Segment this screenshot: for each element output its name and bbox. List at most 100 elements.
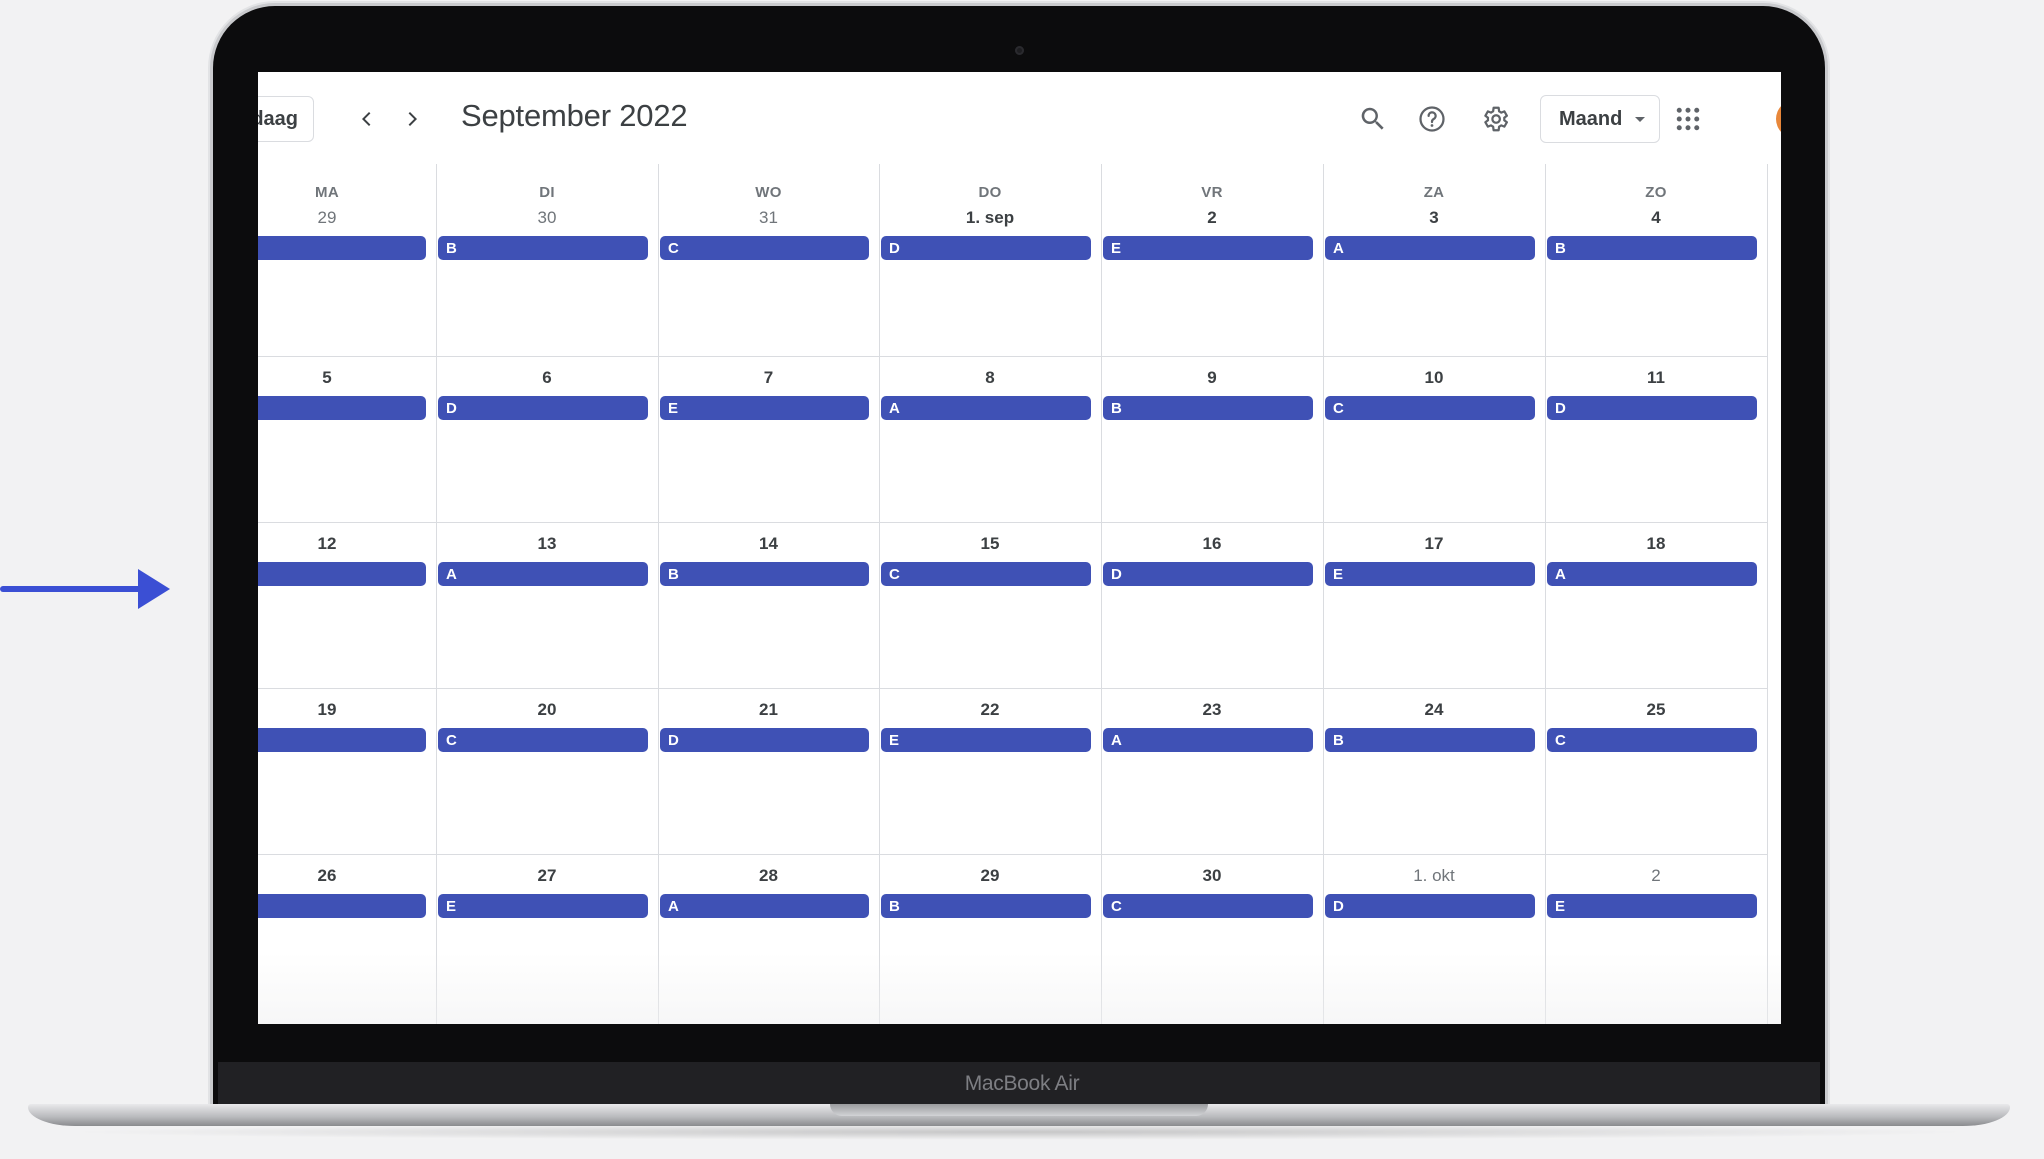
day-number[interactable]: 19: [258, 700, 436, 720]
day-number[interactable]: 28: [658, 866, 879, 886]
day-cell-wed[interactable]: 14 B: [658, 522, 879, 688]
event-chip[interactable]: B: [438, 236, 648, 260]
event-chip[interactable]: E: [660, 396, 869, 420]
day-number[interactable]: 9: [1101, 368, 1323, 388]
day-cell-fri[interactable]: 16 D: [1101, 522, 1323, 688]
view-select[interactable]: Maand: [1540, 95, 1660, 143]
day-cell-sat[interactable]: ZA 3 A: [1323, 164, 1545, 356]
day-cell-sun[interactable]: 18 A: [1545, 522, 1767, 688]
day-number[interactable]: 1. sep: [879, 208, 1101, 228]
day-cell-mon[interactable]: 19: [258, 688, 436, 854]
settings-button[interactable]: [1475, 99, 1515, 139]
event-chip[interactable]: B: [881, 894, 1091, 918]
event-chip[interactable]: D: [1325, 894, 1535, 918]
event-chip[interactable]: A: [660, 894, 869, 918]
day-number[interactable]: 2: [1101, 208, 1323, 228]
day-number[interactable]: 23: [1101, 700, 1323, 720]
day-number[interactable]: 22: [879, 700, 1101, 720]
day-number[interactable]: 14: [658, 534, 879, 554]
day-cell-tue[interactable]: 6D: [436, 356, 658, 522]
day-cell-sun[interactable]: ZO 4 B: [1545, 164, 1767, 356]
day-cell-thu[interactable]: 22 E: [879, 688, 1101, 854]
day-number[interactable]: 29: [879, 866, 1101, 886]
day-number[interactable]: 8: [879, 368, 1101, 388]
day-number[interactable]: 11: [1545, 368, 1767, 388]
day-number[interactable]: 16: [1101, 534, 1323, 554]
day-number[interactable]: 26: [258, 866, 436, 886]
apps-button[interactable]: [1668, 99, 1708, 139]
day-number[interactable]: 20: [436, 700, 658, 720]
avatar[interactable]: [1776, 100, 1781, 138]
previous-month-button[interactable]: [350, 102, 384, 136]
event-chip[interactable]: [258, 894, 426, 918]
day-cell-wed[interactable]: WO 31 C: [658, 164, 879, 356]
day-cell-sat[interactable]: 24 B: [1323, 688, 1545, 854]
day-cell-wed[interactable]: 21 D: [658, 688, 879, 854]
day-cell-thu[interactable]: 15 C: [879, 522, 1101, 688]
day-cell-fri[interactable]: VR 2 E: [1101, 164, 1323, 356]
day-number[interactable]: 15: [879, 534, 1101, 554]
event-chip[interactable]: C: [1103, 894, 1313, 918]
day-number[interactable]: 25: [1545, 700, 1767, 720]
day-number[interactable]: 3: [1323, 208, 1545, 228]
day-cell-tue[interactable]: 20 C: [436, 688, 658, 854]
event-chip[interactable]: E: [438, 894, 648, 918]
event-chip[interactable]: D: [660, 728, 869, 752]
day-cell-fri[interactable]: 23 A: [1101, 688, 1323, 854]
event-chip[interactable]: D: [881, 236, 1091, 260]
event-chip[interactable]: C: [438, 728, 648, 752]
day-cell-thu[interactable]: DO 1. sep D: [879, 164, 1101, 356]
event-chip[interactable]: C: [881, 562, 1091, 586]
day-cell-thu[interactable]: 8A: [879, 356, 1101, 522]
event-chip[interactable]: [258, 562, 426, 586]
event-chip[interactable]: [258, 236, 426, 260]
event-chip[interactable]: C: [1547, 728, 1757, 752]
day-cell-sat[interactable]: 10 C: [1323, 356, 1545, 522]
day-cell-mon[interactable]: 12: [258, 522, 436, 688]
day-number[interactable]: 27: [436, 866, 658, 886]
next-month-button[interactable]: [395, 102, 429, 136]
day-number[interactable]: 24: [1323, 700, 1545, 720]
day-number[interactable]: 10: [1323, 368, 1545, 388]
event-chip[interactable]: A: [1547, 562, 1757, 586]
event-chip[interactable]: C: [660, 236, 869, 260]
event-chip[interactable]: C: [1325, 396, 1535, 420]
search-button[interactable]: [1353, 99, 1393, 139]
help-button[interactable]: [1412, 99, 1452, 139]
event-chip[interactable]: D: [438, 396, 648, 420]
day-number[interactable]: 30: [1101, 866, 1323, 886]
event-chip[interactable]: B: [1325, 728, 1535, 752]
day-cell-mon[interactable]: MA 29: [258, 164, 436, 356]
day-number[interactable]: 21: [658, 700, 879, 720]
day-cell-mon[interactable]: 5: [258, 356, 436, 522]
event-chip[interactable]: [258, 396, 426, 420]
day-number[interactable]: 7: [658, 368, 879, 388]
day-number[interactable]: 5: [258, 368, 436, 388]
event-chip[interactable]: E: [1103, 236, 1313, 260]
event-chip[interactable]: [258, 728, 426, 752]
day-number[interactable]: 12: [258, 534, 436, 554]
day-cell-sat[interactable]: 17 E: [1323, 522, 1545, 688]
day-number[interactable]: 13: [436, 534, 658, 554]
day-cell-sun[interactable]: 25 C: [1545, 688, 1767, 854]
day-cell-sun[interactable]: 11 D: [1545, 356, 1767, 522]
day-cell-wed[interactable]: 7E: [658, 356, 879, 522]
today-button[interactable]: daag: [258, 96, 314, 142]
day-cell-tue[interactable]: DI 30 B: [436, 164, 658, 356]
event-chip[interactable]: E: [1325, 562, 1535, 586]
event-chip[interactable]: A: [881, 396, 1091, 420]
event-chip[interactable]: E: [881, 728, 1091, 752]
event-chip[interactable]: E: [1547, 894, 1757, 918]
day-number[interactable]: 29: [258, 208, 436, 228]
event-chip[interactable]: A: [1325, 236, 1535, 260]
day-number[interactable]: 17: [1323, 534, 1545, 554]
day-cell-tue[interactable]: 13 A: [436, 522, 658, 688]
event-chip[interactable]: B: [1103, 396, 1313, 420]
day-number[interactable]: 31: [658, 208, 879, 228]
event-chip[interactable]: A: [1103, 728, 1313, 752]
day-number[interactable]: 4: [1545, 208, 1767, 228]
event-chip[interactable]: B: [1547, 236, 1757, 260]
day-number[interactable]: 2: [1545, 866, 1767, 886]
day-cell-fri[interactable]: 9B: [1101, 356, 1323, 522]
day-number[interactable]: 18: [1545, 534, 1767, 554]
